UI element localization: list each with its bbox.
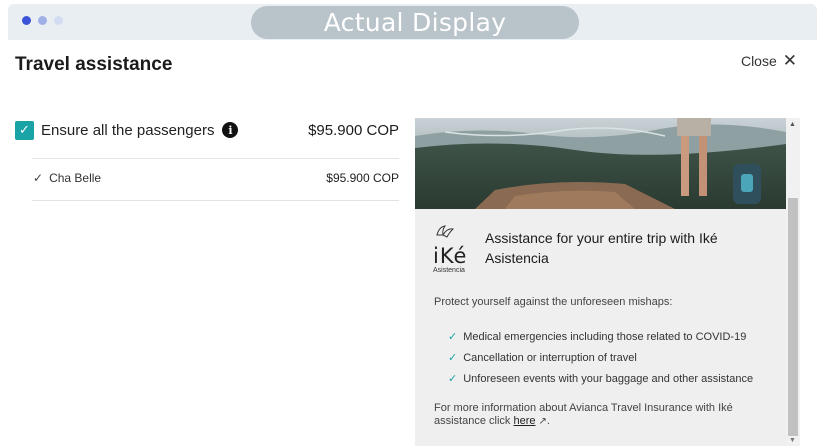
total-price: $95.900 COP bbox=[308, 121, 399, 139]
benefit-text: Cancellation or interruption of travel bbox=[463, 351, 637, 364]
scroll-down-icon[interactable]: ▼ bbox=[789, 437, 796, 444]
ensure-all-checkbox[interactable]: ✓ bbox=[15, 120, 34, 140]
scroll-up-icon[interactable]: ▲ bbox=[789, 121, 796, 128]
list-item: ✓ Medical emergencies including those re… bbox=[448, 326, 753, 347]
more-info-prefix: For more information about Avianca Trave… bbox=[434, 402, 733, 427]
window-dots bbox=[22, 16, 63, 25]
modal-title: Travel assistance bbox=[15, 54, 173, 75]
list-item: ✓ Cancellation or interruption of travel bbox=[448, 347, 753, 368]
protect-text: Protect yourself against the unforeseen … bbox=[434, 296, 673, 308]
logo-subtitle: Asistencia bbox=[433, 267, 465, 274]
divider bbox=[32, 158, 399, 159]
benefit-text: Unforeseen events with your baggage and … bbox=[463, 372, 754, 385]
hero-image bbox=[415, 118, 786, 209]
passenger-price: $95.900 COP bbox=[326, 171, 399, 185]
here-link[interactable]: here bbox=[513, 415, 535, 427]
external-link-icon[interactable]: ↗ bbox=[539, 416, 547, 427]
assistance-info-panel: iKé Asistencia Assistance for your entir… bbox=[415, 118, 800, 446]
passenger-row[interactable]: ✓ Cha Belle $95.900 COP bbox=[33, 171, 399, 185]
window-dot-icon bbox=[38, 16, 47, 25]
logo-leaf-icon bbox=[436, 225, 455, 238]
more-info-suffix: . bbox=[546, 415, 550, 427]
info-icon[interactable]: i bbox=[222, 122, 239, 138]
list-item: ✓ Unforeseen events with your baggage an… bbox=[448, 368, 753, 389]
close-button[interactable]: Close ✕ bbox=[740, 51, 797, 70]
ensure-all-row: ✓ Ensure all the passengers i $95.900 CO… bbox=[15, 118, 399, 142]
logo-word: iKé bbox=[433, 244, 468, 268]
more-info-text: For more information about Avianca Trave… bbox=[434, 402, 774, 428]
check-icon: ✓ bbox=[448, 373, 458, 385]
passenger-summary: ✓ Ensure all the passengers i $95.900 CO… bbox=[15, 118, 399, 201]
scroll-thumb[interactable] bbox=[788, 198, 798, 436]
window-top-bar: Actual Display bbox=[8, 4, 817, 40]
window-dot-icon bbox=[22, 16, 31, 25]
check-icon: ✓ bbox=[448, 331, 458, 343]
ensure-all-label[interactable]: Ensure all the passengers bbox=[41, 122, 214, 139]
divider bbox=[32, 200, 399, 201]
benefit-text: Medical emergencies including those rela… bbox=[463, 330, 747, 343]
window-dot-icon bbox=[54, 16, 63, 25]
close-icon: ✕ bbox=[782, 51, 797, 70]
check-icon: ✓ bbox=[33, 171, 44, 185]
panel-scrollbar[interactable]: ▲ ▼ bbox=[786, 118, 800, 446]
close-label: Close bbox=[740, 53, 777, 69]
passenger-name: Cha Belle bbox=[49, 171, 102, 185]
check-icon: ✓ bbox=[448, 352, 458, 364]
benefits-list: ✓ Medical emergencies including those re… bbox=[448, 326, 753, 389]
ike-logo: iKé Asistencia bbox=[433, 223, 477, 274]
actual-display-banner: Actual Display bbox=[251, 6, 579, 39]
assistance-heading: Assistance for your entire trip with Iké… bbox=[485, 230, 718, 266]
hero-landscape-illustration bbox=[415, 118, 786, 209]
travel-assistance-modal: Travel assistance Close ✕ ✓ Ensure all t… bbox=[0, 40, 817, 446]
